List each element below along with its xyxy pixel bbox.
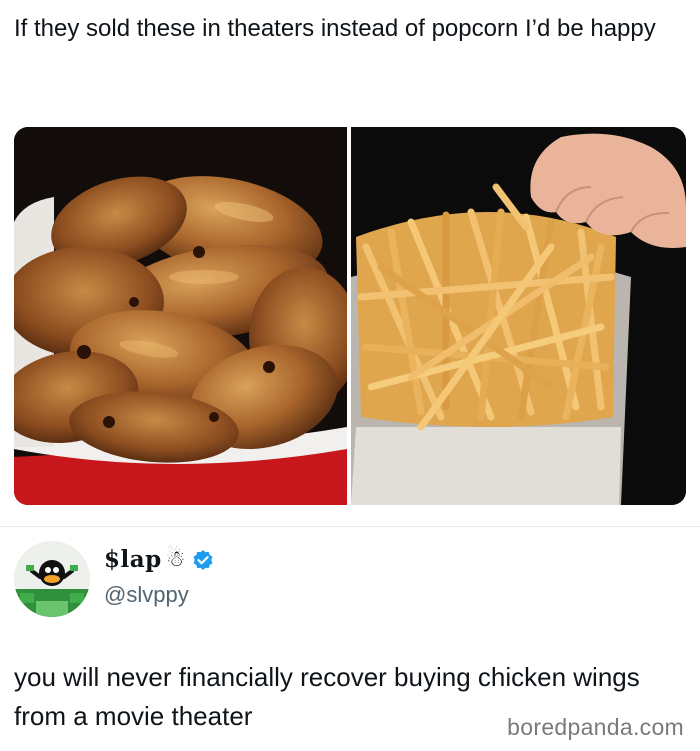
watermark: boredpanda.com bbox=[507, 714, 684, 740]
french-fries-photo[interactable] bbox=[351, 127, 686, 505]
post-text: If they sold these in theaters instead o… bbox=[14, 15, 656, 42]
chicken-wings-photo[interactable] bbox=[14, 127, 347, 505]
verified-badge-icon bbox=[193, 549, 213, 570]
avatar[interactable] bbox=[14, 541, 90, 617]
display-name-text: $lap bbox=[104, 546, 162, 573]
divider bbox=[0, 526, 700, 527]
display-name[interactable]: $lap ☃ bbox=[104, 546, 214, 573]
chicken-wings-illustration bbox=[14, 127, 347, 505]
snowman-icon: ☃ bbox=[165, 546, 186, 572]
avatar-cartoon-duck-image bbox=[14, 541, 90, 617]
image-grid[interactable] bbox=[14, 127, 686, 505]
user-handle[interactable]: @slvppy bbox=[104, 582, 189, 608]
french-fries-illustration bbox=[351, 127, 686, 505]
